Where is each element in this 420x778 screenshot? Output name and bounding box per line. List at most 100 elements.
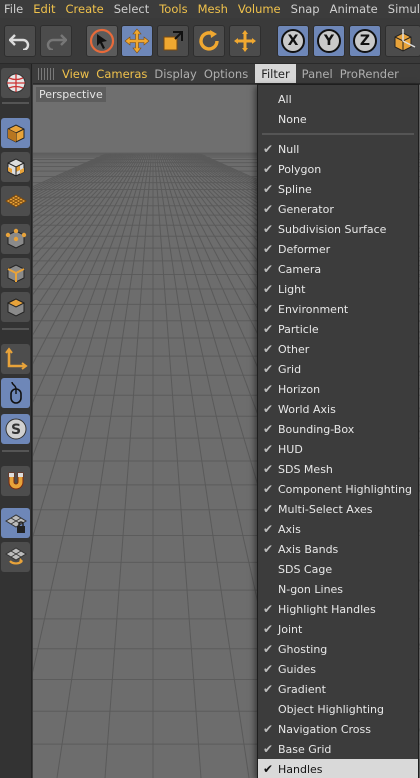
viewport-menu-options[interactable]: Options [204, 64, 255, 83]
snap-button[interactable] [1, 466, 30, 496]
filter-item-grid[interactable]: ✔ Grid [258, 359, 418, 379]
grid-line [154, 152, 202, 778]
coordinate-system-button[interactable] [385, 25, 420, 57]
filter-item-handles[interactable]: ✔ Handles [258, 759, 418, 778]
solo-icon: S [5, 418, 26, 440]
filter-item-particle[interactable]: ✔ Particle [258, 319, 418, 339]
menu-animate[interactable]: Animate [326, 0, 384, 18]
scale-tool-button[interactable] [157, 25, 189, 57]
filter-item-camera[interactable]: ✔ Camera [258, 259, 418, 279]
grid-line [33, 152, 134, 258]
checkmark-icon: ✔ [262, 222, 274, 236]
filter-item-base-grid[interactable]: ✔ Base Grid [258, 739, 418, 759]
filter-item-object-highlighting[interactable]: Object Highlighting [258, 699, 418, 719]
scale-icon [163, 31, 183, 51]
transform-tool-button[interactable] [229, 25, 261, 57]
filter-item-other[interactable]: ✔ Other [258, 339, 418, 359]
viewport-camera-label: Perspective [36, 87, 106, 102]
viewport-menubar: View Cameras Display Options Filter Panel ProR… [33, 64, 420, 84]
tweak-mode-button[interactable] [1, 378, 30, 408]
workplane-mode-button[interactable] [1, 186, 30, 216]
workplane-lock-button[interactable] [1, 508, 30, 538]
grid-line [33, 152, 130, 235]
filter-item-world-axis[interactable]: ✔ World Axis [258, 399, 418, 419]
filter-item-light[interactable]: ✔ Light [258, 279, 418, 299]
menu-create[interactable]: Create [62, 0, 110, 18]
menu-item-label: Other [278, 342, 310, 356]
filter-item-guides[interactable]: ✔ Guides [258, 659, 418, 679]
undo-button[interactable] [4, 25, 36, 57]
menu-select[interactable]: Select [110, 0, 155, 18]
filter-none-item[interactable]: None [258, 109, 418, 129]
globe-mode-button[interactable] [1, 68, 30, 98]
filter-item-environment[interactable]: ✔ Environment [258, 299, 418, 319]
menu-item-label: HUD [278, 442, 303, 456]
grid-line [33, 152, 124, 215]
menu-item-label: Spline [278, 182, 312, 196]
filter-item-axis-bands[interactable]: ✔ Axis Bands [258, 539, 418, 559]
viewport-menu-filter[interactable]: Filter [255, 64, 296, 83]
edges-cube-icon [7, 264, 24, 283]
grid-line [33, 152, 149, 673]
menu-tools[interactable]: Tools [155, 0, 193, 18]
checkmark-icon: ✔ [262, 202, 274, 216]
filter-item-sds-mesh[interactable]: ✔ SDS Mesh [258, 459, 418, 479]
panel-grip[interactable] [38, 67, 54, 80]
grid-line [33, 152, 128, 229]
filter-item-spline[interactable]: ✔ Spline [258, 179, 418, 199]
y-axis-button[interactable]: Y [313, 25, 345, 57]
viewport-menu-cameras[interactable]: Cameras [96, 64, 154, 83]
workplane-align-button[interactable] [1, 542, 30, 572]
menu-item-label: Axis Bands [278, 542, 339, 556]
filter-item-component-highlighting[interactable]: ✔ Component Highlighting [258, 479, 418, 499]
filter-item-n-gon-lines[interactable]: N-gon Lines [258, 579, 418, 599]
filter-item-axis[interactable]: ✔ Axis [258, 519, 418, 539]
viewport-menu-display[interactable]: Display [154, 64, 203, 83]
menu-volume[interactable]: Volume [234, 0, 287, 18]
filter-all-item[interactable]: All [258, 89, 418, 109]
filter-item-highlight-handles[interactable]: ✔ Highlight Handles [258, 599, 418, 619]
solo-button[interactable]: S [1, 414, 30, 444]
z-axis-button[interactable]: Z [349, 25, 381, 57]
viewport-menu-panel[interactable]: Panel [302, 64, 340, 83]
menu-item-label: All [278, 92, 292, 106]
points-mode-button[interactable] [1, 224, 30, 254]
live-selection-button[interactable] [86, 25, 118, 57]
checkmark-icon: ✔ [262, 662, 274, 676]
move-tool-button[interactable] [121, 25, 153, 57]
x-axis-button[interactable]: X [277, 25, 309, 57]
filter-item-bounding-box[interactable]: ✔ Bounding-Box [258, 419, 418, 439]
menu-edit[interactable]: Edit [29, 0, 61, 18]
filter-item-gradient[interactable]: ✔ Gradient [258, 679, 418, 699]
menu-item-label: Guides [278, 662, 317, 676]
menu-file[interactable]: File [0, 0, 29, 18]
menu-item-label: Navigation Cross [278, 722, 371, 736]
redo-button[interactable] [40, 25, 72, 57]
filter-item-subdivision-surface[interactable]: ✔ Subdivision Surface [258, 219, 418, 239]
menu-mesh[interactable]: Mesh [194, 0, 234, 18]
texture-mode-button[interactable] [1, 152, 30, 182]
model-mode-button[interactable] [1, 118, 30, 148]
edges-mode-button[interactable] [1, 258, 30, 288]
viewport-menu-prorender[interactable]: ProRender [340, 64, 406, 83]
filter-item-navigation-cross[interactable]: ✔ Navigation Cross [258, 719, 418, 739]
viewport-menu-view[interactable]: View [62, 64, 96, 83]
filter-item-joint[interactable]: ✔ Joint [258, 619, 418, 639]
filter-item-null[interactable]: ✔ Null [258, 139, 418, 159]
transform-icon [234, 30, 256, 52]
filter-item-horizon[interactable]: ✔ Horizon [258, 379, 418, 399]
axis-mode-button[interactable] [1, 344, 30, 374]
menu-simul[interactable]: Simul [384, 0, 420, 18]
filter-item-deformer[interactable]: ✔ Deformer [258, 239, 418, 259]
filter-item-polygon[interactable]: ✔ Polygon [258, 159, 418, 179]
rotate-icon [199, 30, 219, 51]
filter-item-generator[interactable]: ✔ Generator [258, 199, 418, 219]
menu-snap[interactable]: Snap [287, 0, 326, 18]
polygons-mode-button[interactable] [1, 292, 30, 322]
menu-item-label: Object Highlighting [278, 702, 384, 716]
filter-item-ghosting[interactable]: ✔ Ghosting [258, 639, 418, 659]
rotate-tool-button[interactable] [193, 25, 225, 57]
filter-item-multi-select-axes[interactable]: ✔ Multi-Select Axes [258, 499, 418, 519]
filter-item-hud[interactable]: ✔ HUD [258, 439, 418, 459]
filter-item-sds-cage[interactable]: SDS Cage [258, 559, 418, 579]
